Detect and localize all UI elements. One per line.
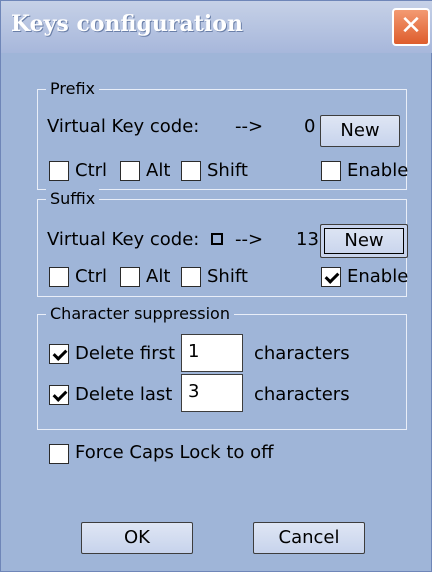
delete-last-checkbox[interactable] [49,385,69,405]
cancel-button[interactable]: Cancel [253,522,365,554]
delete-last-input[interactable]: 3 [181,374,243,412]
character-suppression-legend: Character suppression [46,303,234,325]
delete-last-unit: characters [254,384,350,405]
prefix-ctrl-checkbox[interactable] [49,161,69,181]
delete-last-label: Delete last [75,384,173,405]
prefix-arrow: --> [235,116,264,137]
suffix-alt-checkbox[interactable] [120,267,140,287]
unprintable-char-icon [211,233,223,245]
suffix-enable-checkbox[interactable] [321,267,341,287]
suffix-ctrl-label: Ctrl [75,266,108,287]
delete-first-unit: characters [254,343,350,364]
prefix-enable-label: Enable [347,160,409,181]
title-bar[interactable]: Keys configuration ✕ [1,1,432,53]
suffix-ctrl-checkbox[interactable] [49,267,69,287]
prefix-ctrl-label: Ctrl [75,160,108,181]
delete-first-input[interactable]: 1 [181,334,243,372]
keys-configuration-dialog: Keys configuration ✕ Prefix Virtual Key … [0,0,432,572]
close-icon[interactable]: ✕ [392,8,430,46]
suffix-alt-label: Alt [146,266,171,287]
delete-first-checkbox[interactable] [49,344,69,364]
window-title: Keys configuration [11,11,243,37]
prefix-shift-label: Shift [207,160,248,181]
force-caps-lock-label: Force Caps Lock to off [75,442,274,463]
suffix-legend: Suffix [46,188,100,210]
prefix-code-value: 0 [304,116,316,137]
prefix-shift-checkbox[interactable] [181,161,201,181]
character-suppression-group: Character suppression [37,303,407,430]
suffix-enable-label: Enable [347,266,409,287]
prefix-new-button[interactable]: New [320,115,400,147]
suffix-shift-label: Shift [207,266,248,287]
suffix-code-value: 13 [296,229,319,250]
prefix-alt-checkbox[interactable] [120,161,140,181]
suffix-new-button[interactable]: New [320,224,408,258]
prefix-vk-label: Virtual Key code: [47,116,200,137]
suffix-shift-checkbox[interactable] [181,267,201,287]
suffix-vk-label: Virtual Key code: [47,229,200,250]
ok-button[interactable]: OK [81,522,193,554]
force-caps-lock-checkbox[interactable] [49,444,69,464]
prefix-legend: Prefix [46,78,99,100]
delete-first-label: Delete first [75,343,176,364]
prefix-alt-label: Alt [146,160,171,181]
suffix-arrow: --> [235,229,264,250]
prefix-enable-checkbox[interactable] [321,161,341,181]
